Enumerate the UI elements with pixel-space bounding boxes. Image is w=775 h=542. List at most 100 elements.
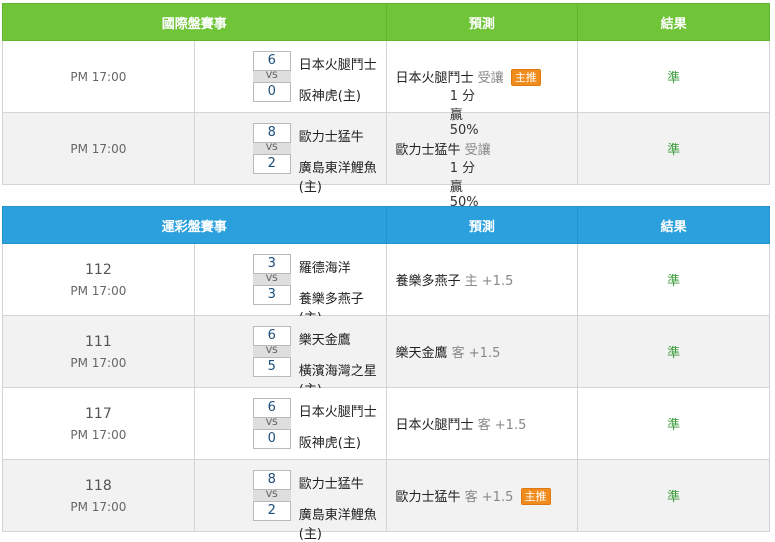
prediction: 日本火腿鬥士 客 +1.5 <box>387 414 578 433</box>
score-box: 8 VS 2 <box>252 123 291 174</box>
score-box: 8 VS 2 <box>252 470 291 521</box>
prediction: 歐力士猛牛 受讓 <box>387 139 578 158</box>
sports-lottery-table-body: 112 PM 17:00 3 VS 3 羅德海洋 養樂多燕子(主) 養樂多燕子 … <box>2 243 770 542</box>
predicted-team: 歐力士猛牛 <box>395 143 461 158</box>
prediction-cell: 歐力士猛牛 受讓 <box>385 112 579 185</box>
game-number: 111 <box>85 333 112 350</box>
handicap-result: 1 分贏50% <box>449 89 479 138</box>
table-row: PM 17:00 8 VS 2 歐力士猛牛 廣島東洋鯉魚(主) 1 分贏50% … <box>2 112 770 210</box>
score-box: 6 VS 5 <box>252 326 291 377</box>
vs-label: VS <box>252 71 291 82</box>
away-team: 樂天金鷹 <box>298 333 351 348</box>
table-row: PM 17:00 6 VS 0 日本火腿鬥士 阪神虎(主) 1 分贏50% 日本… <box>2 40 770 138</box>
sports-lottery-prediction-header: 預測 <box>385 206 579 244</box>
time-cell: 111 PM 17:00 <box>2 315 195 388</box>
home-score: 0 <box>252 82 291 102</box>
vs-label: VS <box>252 490 291 501</box>
predicted-team: 樂天金鷹 <box>395 346 448 361</box>
international-header-row: 國際盤賽事 預測 結果 <box>2 3 770 41</box>
home-score: 2 <box>252 154 291 174</box>
result-cell: 準 <box>577 243 770 316</box>
match-info: 6 VS 0 日本火腿鬥士 阪神虎(主) <box>195 388 386 459</box>
away-score: 6 <box>252 398 291 418</box>
match-cell: 8 VS 2 歐力士猛牛 廣島東洋鯉魚(主) 1 分贏50% <box>193 112 479 210</box>
vs-label: VS <box>252 143 291 154</box>
table-row: 117 PM 17:00 6 VS 0 日本火腿鬥士 阪神虎(主) 日本火腿鬥士… <box>2 387 770 460</box>
away-score: 8 <box>252 123 291 143</box>
game-time: PM 17:00 <box>70 141 127 156</box>
home-team: 阪神虎(主) <box>298 436 361 451</box>
vs-label: VS <box>252 346 291 357</box>
prediction-type: 客 +1.5 <box>451 346 501 361</box>
prediction-type: 受讓 <box>464 143 491 158</box>
prediction-cell: 日本火腿鬥士 客 +1.5 <box>385 387 579 460</box>
away-score: 6 <box>252 326 291 346</box>
match-cell: 8 VS 2 歐力士猛牛 廣島東洋鯉魚(主) <box>193 459 387 542</box>
score-box: 6 VS 0 <box>252 51 291 102</box>
match-cell: 6 VS 0 日本火腿鬥士 阪神虎(主) <box>193 387 387 460</box>
game-time: PM 17:00 <box>70 283 127 298</box>
top-pick-badge: 主推 <box>510 69 541 86</box>
home-score: 3 <box>252 285 291 305</box>
match-cell: 6 VS 0 日本火腿鬥士 阪神虎(主) 1 分贏50% <box>193 40 479 138</box>
away-team: 日本火腿鬥士 <box>298 58 377 73</box>
time-cell: 117 PM 17:00 <box>2 387 195 460</box>
away-score: 3 <box>252 254 291 274</box>
game-time: PM 17:00 <box>70 355 127 370</box>
predicted-team: 歐力士猛牛 <box>395 490 461 505</box>
prediction-type: 客 +1.5 <box>477 418 527 433</box>
away-score: 6 <box>252 51 291 71</box>
match-info: 6 VS 0 日本火腿鬥士 阪神虎(主) 1 分贏50% <box>195 41 479 138</box>
result-cell: 準 <box>577 459 770 532</box>
home-team: 廣島東洋鯉魚(主) <box>298 161 377 195</box>
predicted-team: 日本火腿鬥士 <box>395 71 474 86</box>
time-cell: PM 17:00 <box>2 112 195 185</box>
result-cell: 準 <box>577 387 770 460</box>
prediction: 樂天金鷹 客 +1.5 <box>387 342 578 361</box>
away-team: 歐力士猛牛 <box>298 477 364 492</box>
game-time: PM 17:00 <box>70 427 127 442</box>
prediction: 日本火腿鬥士 受讓 主推 <box>387 67 578 86</box>
international-match-header: 國際盤賽事 <box>2 3 387 41</box>
sports-lottery-header-row: 運彩盤賽事 預測 結果 <box>2 206 770 244</box>
top-pick-badge: 主推 <box>520 488 551 505</box>
home-score: 2 <box>252 501 291 521</box>
match-info: 8 VS 2 歐力士猛牛 廣島東洋鯉魚(主) 1 分贏50% <box>195 113 479 210</box>
game-number: 112 <box>85 261 112 278</box>
home-team: 廣島東洋鯉魚(主) <box>298 508 377 542</box>
away-score: 8 <box>252 470 291 490</box>
international-table-body: PM 17:00 6 VS 0 日本火腿鬥士 阪神虎(主) 1 分贏50% 日本… <box>2 40 770 210</box>
result-cell: 準 <box>577 315 770 388</box>
table-row: 118 PM 17:00 8 VS 2 歐力士猛牛 廣島東洋鯉魚(主) 歐力士猛… <box>2 459 770 542</box>
handicap-result: 1 分贏50% <box>449 161 479 210</box>
game-time: PM 17:00 <box>70 499 127 514</box>
away-team: 歐力士猛牛 <box>298 130 364 145</box>
prediction-cell: 歐力士猛牛 客 +1.5 主推 <box>385 459 579 532</box>
sports-lottery-table: 運彩盤賽事 預測 結果 112 PM 17:00 3 VS 3 羅德海洋 養樂多… <box>2 206 770 542</box>
prediction-type: 受讓 <box>477 71 504 86</box>
match-cell: 6 VS 5 樂天金鷹 橫濱海灣之星(主) <box>193 315 387 398</box>
prediction: 養樂多燕子 主 +1.5 <box>387 270 578 289</box>
table-row: 112 PM 17:00 3 VS 3 羅德海洋 養樂多燕子(主) 養樂多燕子 … <box>2 243 770 326</box>
match-info: 6 VS 5 樂天金鷹 橫濱海灣之星(主) <box>195 316 386 398</box>
prediction-cell: 養樂多燕子 主 +1.5 <box>385 243 579 316</box>
predicted-team: 養樂多燕子 <box>395 274 461 289</box>
sports-lottery-result-header: 結果 <box>577 206 770 244</box>
predicted-team: 日本火腿鬥士 <box>395 418 474 433</box>
international-result-header: 結果 <box>577 3 770 41</box>
prediction-type: 客 +1.5 <box>464 490 514 505</box>
prediction-type: 主 +1.5 <box>464 274 514 289</box>
score-box: 3 VS 3 <box>252 254 291 305</box>
result-cell: 準 <box>577 40 770 113</box>
international-prediction-header: 預測 <box>385 3 579 41</box>
table-row: 111 PM 17:00 6 VS 5 樂天金鷹 橫濱海灣之星(主) 樂天金鷹 … <box>2 315 770 398</box>
match-info: 3 VS 3 羅德海洋 養樂多燕子(主) <box>195 244 386 326</box>
score-box: 6 VS 0 <box>252 398 291 449</box>
prediction-cell: 樂天金鷹 客 +1.5 <box>385 315 579 388</box>
result-cell: 準 <box>577 112 770 185</box>
time-cell: 112 PM 17:00 <box>2 243 195 316</box>
game-number: 118 <box>85 477 112 494</box>
vs-label: VS <box>252 274 291 285</box>
match-cell: 3 VS 3 羅德海洋 養樂多燕子(主) <box>193 243 387 326</box>
sports-lottery-match-header: 運彩盤賽事 <box>2 206 387 244</box>
